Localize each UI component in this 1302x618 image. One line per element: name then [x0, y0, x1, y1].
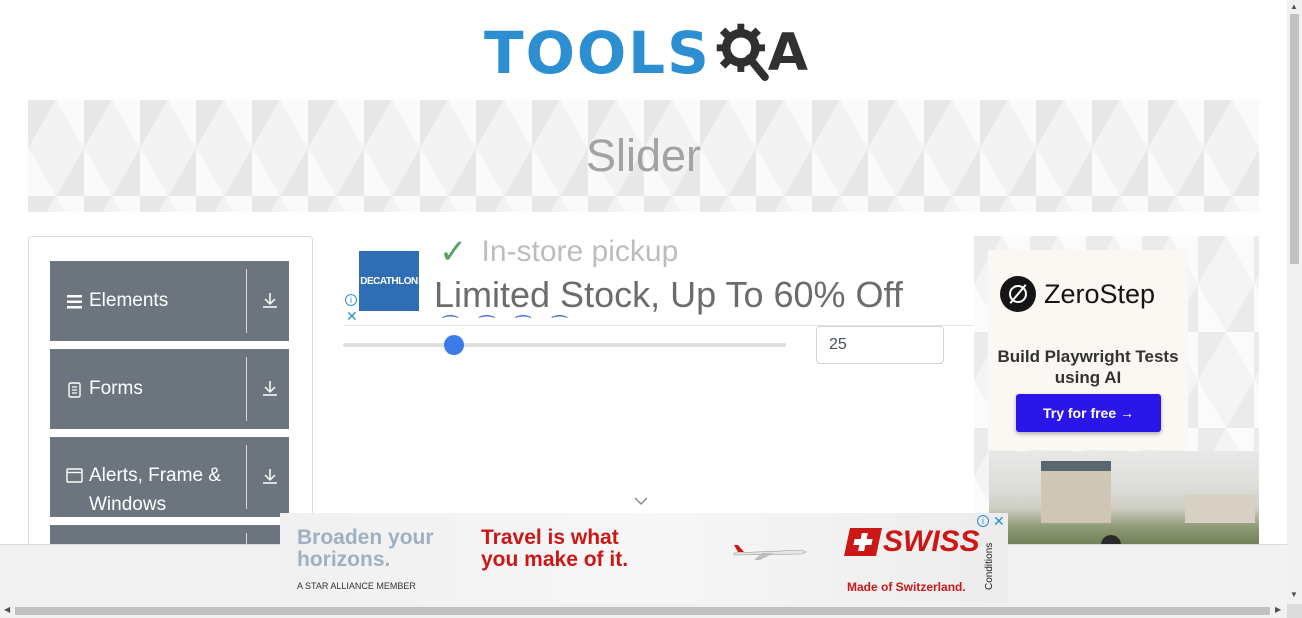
page-banner: Slider: [28, 100, 1259, 212]
divider: [246, 357, 247, 421]
sidebar-group-forms[interactable]: Forms: [50, 349, 289, 429]
logo-text-tools: TOOLS: [484, 19, 711, 87]
sidebar-group-label: Alerts, Frame & Windows: [66, 461, 229, 519]
zerostep-tagline: Build Playwright Tests using AI: [997, 347, 1179, 387]
swiss-ad[interactable]: Broaden your horizons. Travel is what yo…: [280, 513, 1008, 603]
sidebar-group-label: Elements: [66, 261, 168, 341]
zerostep-mark-icon: [1000, 276, 1036, 312]
page-title: Slider: [585, 130, 702, 181]
horizontal-scrollbar[interactable]: ◀ ▶: [0, 604, 1287, 618]
scrollbar-thumb[interactable]: [15, 607, 1270, 615]
ad-decoration: ⁀⁀⁀⁀: [443, 316, 589, 326]
right-ad[interactable]: ZeroStep Build Playwright Tests using AI…: [974, 236, 1259, 546]
vertical-scrollbar[interactable]: ▲ ▼: [1287, 0, 1302, 604]
ad-headline: Limited Stock, Up To 60% Off: [434, 274, 903, 315]
top-ad[interactable]: DECATHLON ✓ In-store pickup Limited Stoc…: [343, 236, 974, 326]
download-icon: [263, 381, 277, 396]
download-icon: [263, 293, 277, 308]
ad-info-icon[interactable]: i: [977, 515, 989, 527]
divider: [246, 445, 247, 509]
scrollbar-thumb[interactable]: [1290, 14, 1299, 264]
sidebar-group-alerts[interactable]: Alerts, Frame & Windows: [50, 437, 289, 517]
zerostep-card: ZeroStep Build Playwright Tests using AI…: [988, 250, 1188, 450]
toolsqa-logo[interactable]: TOOLS A: [484, 14, 808, 92]
divider: [246, 269, 247, 333]
hamburger-icon: [67, 294, 82, 308]
check-icon: ✓: [439, 236, 468, 271]
sidebar: Elements Forms Alerts, Frame & Windows: [28, 236, 313, 566]
window-icon: [66, 468, 83, 483]
zerostep-logo: ZeroStep: [1000, 276, 1155, 312]
sidebar-group-elements[interactable]: Elements: [50, 261, 289, 341]
ad-close-icon[interactable]: ✕: [346, 309, 358, 323]
ad-tagline: Made of Switzerland.: [847, 580, 966, 594]
ad-info-icon[interactable]: i: [345, 294, 357, 306]
scroll-right-icon[interactable]: ▶: [1275, 605, 1281, 614]
scrollbar-corner: [1287, 604, 1302, 618]
scroll-up-icon[interactable]: ▲: [1290, 2, 1298, 11]
ad-conditions[interactable]: Conditions: [984, 529, 1008, 603]
ad-close-icon[interactable]: ✕: [993, 513, 1005, 530]
ad-pickup: ✓ In-store pickup: [439, 236, 678, 272]
ad-mid-line: Travel is what you make of it.: [481, 526, 629, 571]
ad-left-line: Broaden your horizons.: [297, 526, 434, 571]
gear-magnifier-icon: [716, 23, 769, 81]
sidebar-group-label: Forms: [66, 349, 143, 429]
swiss-logo: SWISS: [844, 525, 980, 559]
chevron-down-icon[interactable]: [634, 496, 648, 506]
slider-value-field[interactable]: [816, 326, 944, 364]
slider-thumb[interactable]: [443, 335, 464, 355]
airplane-icon: [733, 545, 807, 560]
scroll-down-icon[interactable]: ▼: [1290, 590, 1298, 599]
swiss-flag-icon: [844, 528, 882, 556]
decathlon-logo: DECATHLON: [359, 251, 419, 311]
scroll-left-icon[interactable]: ◀: [4, 605, 10, 614]
page: TOOLS A Slider Elements Forms Alerts, Fr…: [0, 0, 1302, 618]
document-icon: [68, 381, 81, 398]
ad-photo: [989, 451, 1259, 546]
logo-text-a: A: [767, 23, 808, 83]
ad-member-text: A STAR ALLIANCE MEMBER: [297, 581, 416, 591]
download-icon: [263, 469, 277, 484]
try-for-free-button[interactable]: Try for free →: [1016, 394, 1161, 432]
range-slider[interactable]: [343, 335, 786, 355]
